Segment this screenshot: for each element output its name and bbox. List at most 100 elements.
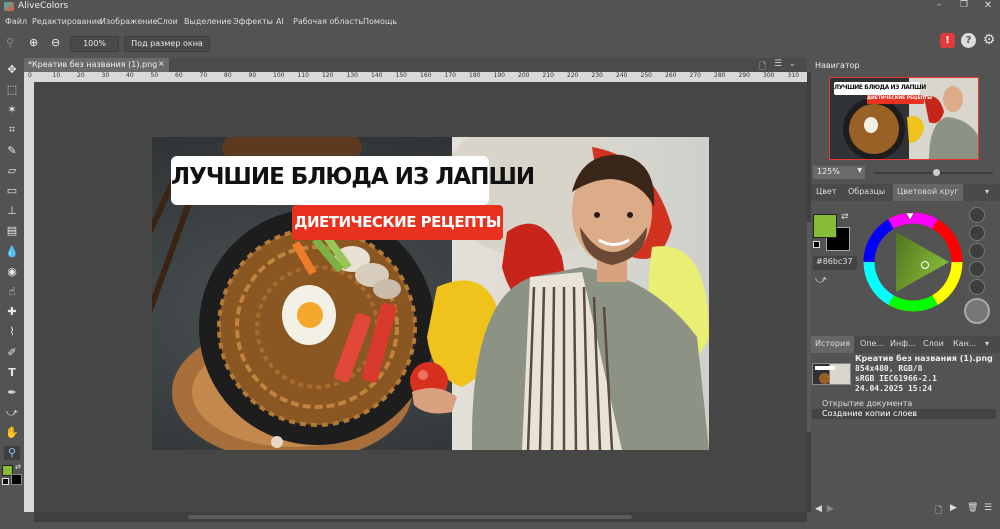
menu-image[interactable]: Изображение [100, 17, 158, 26]
history-panel-menu-icon[interactable]: ▾ [985, 339, 989, 348]
wheel-mode-icon-2[interactable] [969, 225, 985, 241]
vertical-ruler [24, 82, 34, 512]
wheel-mode-icon-4[interactable] [969, 261, 985, 277]
text-tool-icon[interactable]: T [4, 366, 20, 380]
tab-channels[interactable]: Кан... [953, 339, 976, 348]
menu-workspace[interactable]: Рабочая область [293, 17, 363, 26]
fill-tool-icon[interactable]: ▤ [4, 224, 20, 238]
new-snapshot-icon[interactable]: 🗋 [935, 503, 942, 519]
navigator-zoom-slider-handle[interactable] [933, 169, 940, 176]
zoom-tool-icon[interactable]: ⚲ [4, 446, 20, 460]
history-profile: sRGB IEC61966-2.1 [855, 374, 937, 383]
alert-icon[interactable]: ! [940, 33, 955, 48]
color-panel-menu-icon[interactable]: ▾ [985, 187, 989, 196]
menu-effects[interactable]: Эффекты [233, 17, 273, 26]
horizontal-scroll-thumb[interactable] [188, 515, 632, 519]
history-snapshot-thumb[interactable] [812, 363, 851, 385]
menu-file[interactable]: Файл [5, 17, 27, 26]
redo-arrow-icon[interactable]: ▶ [827, 504, 834, 514]
document-tab-close-icon[interactable]: × [158, 59, 165, 68]
color-wheel[interactable] [863, 212, 963, 312]
wheel-mode-icon-1[interactable] [969, 207, 985, 223]
ruler-tick-label: 110 [297, 72, 309, 79]
ruler-tick-label: 260 [665, 72, 677, 79]
zoom-100-button[interactable]: 100% [70, 36, 119, 52]
zoom-out-icon[interactable]: ⊖ [51, 36, 65, 50]
history-item[interactable]: Открытие документа [812, 399, 996, 409]
wheel-square-icon[interactable] [964, 298, 990, 324]
crop-tool-icon[interactable]: ⌗ [4, 123, 20, 137]
ruler-tick-label: 210 [542, 72, 554, 79]
reset-colors-icon[interactable] [813, 241, 820, 248]
fg-color-swatch[interactable] [813, 214, 837, 238]
tabs-options-icon[interactable]: ⌄ [789, 59, 796, 68]
menu-selection[interactable]: Выделение [184, 17, 232, 26]
navigator-zoom-value: 125% [817, 167, 840, 176]
tabs-menu-icon[interactable]: ☰ [774, 59, 782, 69]
navigator-preview[interactable]: ЛУЧШИЕ БЛЮДА ИЗ ЛАПШИ ДИЕТИЧЕСКИЕ РЕЦЕПТ… [829, 77, 979, 160]
path-tool-icon[interactable]: ✒ [4, 386, 20, 400]
ruler-tick-label: 0 [28, 72, 32, 79]
history-file-name: Креатив без названия (1).png [855, 354, 993, 363]
settings-gear-icon[interactable]: ⚙ [981, 32, 997, 48]
pen-tool-icon[interactable]: ⌇ [4, 325, 20, 339]
image-headline: ЛУЧШИЕ БЛЮДА ИЗ ЛАПШИ [171, 164, 535, 190]
navigator-viewport-frame[interactable] [829, 77, 979, 160]
horizontal-scrollbar[interactable] [34, 512, 807, 522]
help-icon[interactable]: ? [961, 33, 976, 48]
tab-history[interactable]: История [811, 336, 855, 353]
sponge-tool-icon[interactable]: ◉ [4, 265, 20, 279]
history-menu-icon[interactable]: ☰ [984, 503, 992, 513]
menu-edit[interactable]: Редактирование [32, 17, 102, 26]
close-icon[interactable]: ✕ [981, 0, 995, 12]
wheel-mode-icon-5[interactable] [969, 279, 985, 295]
background-color-swatch[interactable] [11, 474, 22, 485]
swap-colors-icon[interactable]: ⇄ [841, 212, 849, 222]
swap-colors-icon[interactable]: ⇄ [15, 463, 23, 471]
tab-info[interactable]: Инф... [890, 339, 916, 348]
ruler-tick-label: 290 [738, 72, 750, 79]
eyedropper-icon[interactable]: ⤻ [815, 273, 827, 287]
document-tab[interactable]: *Креатив без названия (1).png × [24, 58, 169, 72]
history-item-active[interactable]: Создание копии слоев [812, 409, 996, 419]
smudge-tool-icon[interactable]: ☝ [4, 285, 20, 299]
delete-icon[interactable]: 🗑 [967, 503, 978, 513]
maximize-icon[interactable]: ❐ [958, 0, 970, 12]
new-document-icon[interactable]: ▶ [950, 503, 957, 513]
eraser-tool-icon[interactable]: ▱ [4, 164, 20, 178]
ruler-tick-label: 140 [371, 72, 383, 79]
tab-color-wheel[interactable]: Цветовой круг [893, 184, 963, 201]
pencil-tool-icon[interactable]: ✐ [4, 346, 20, 360]
tab-swatches[interactable]: Образцы [848, 187, 885, 196]
magic-wand-icon[interactable]: ✶ [4, 103, 20, 117]
hand-tool-icon[interactable]: ✋ [4, 426, 20, 440]
eyedropper-tool-icon[interactable]: ⤻ [4, 406, 20, 420]
tab-operations[interactable]: Опе... [860, 339, 884, 348]
marquee-tool-icon[interactable]: ⬚ [4, 83, 20, 97]
tab-layers[interactable]: Слои [923, 339, 944, 348]
move-tool-icon[interactable]: ✥ [4, 63, 20, 77]
gradient-tool-icon[interactable]: ▭ [4, 184, 20, 198]
ruler-tick-label: 160 [420, 72, 432, 79]
blur-tool-icon[interactable]: 💧 [4, 245, 20, 259]
ruler-tick-label: 220 [567, 72, 579, 79]
menu-ai[interactable]: AI [276, 17, 284, 26]
minimize-icon[interactable]: – [933, 0, 945, 12]
menu-layers[interactable]: Слои [157, 17, 178, 26]
document-image[interactable]: ЛУЧШИЕ БЛЮДА ИЗ ЛАПШИ ДИЕТИЧЕСКИЕ РЕЦЕПТ… [152, 137, 709, 450]
ruler-tick-label: 280 [714, 72, 726, 79]
default-colors-icon[interactable] [2, 478, 9, 485]
tab-color[interactable]: Цвет [816, 187, 837, 196]
zoom-in-icon[interactable]: ⊕ [29, 36, 43, 50]
stamp-tool-icon[interactable]: ⊥ [4, 204, 20, 218]
wheel-mode-icon-3[interactable] [969, 243, 985, 259]
navigator-zoom-field[interactable]: 125% ▼ [813, 166, 865, 179]
history-footer: ◀ ▶ 🗋 ▶ 🗑 ☰ [811, 503, 1000, 517]
healing-tool-icon[interactable]: ✚ [4, 305, 20, 319]
brush-tool-icon[interactable]: ✎ [4, 144, 20, 158]
navigator-header: Навигатор [811, 58, 1000, 74]
fit-window-button[interactable]: Под размер окна [124, 36, 210, 52]
undo-arrow-icon[interactable]: ◀ [815, 504, 822, 514]
hex-color-field[interactable]: #86bc37 [813, 256, 857, 270]
menu-help[interactable]: Помощь [363, 17, 397, 26]
